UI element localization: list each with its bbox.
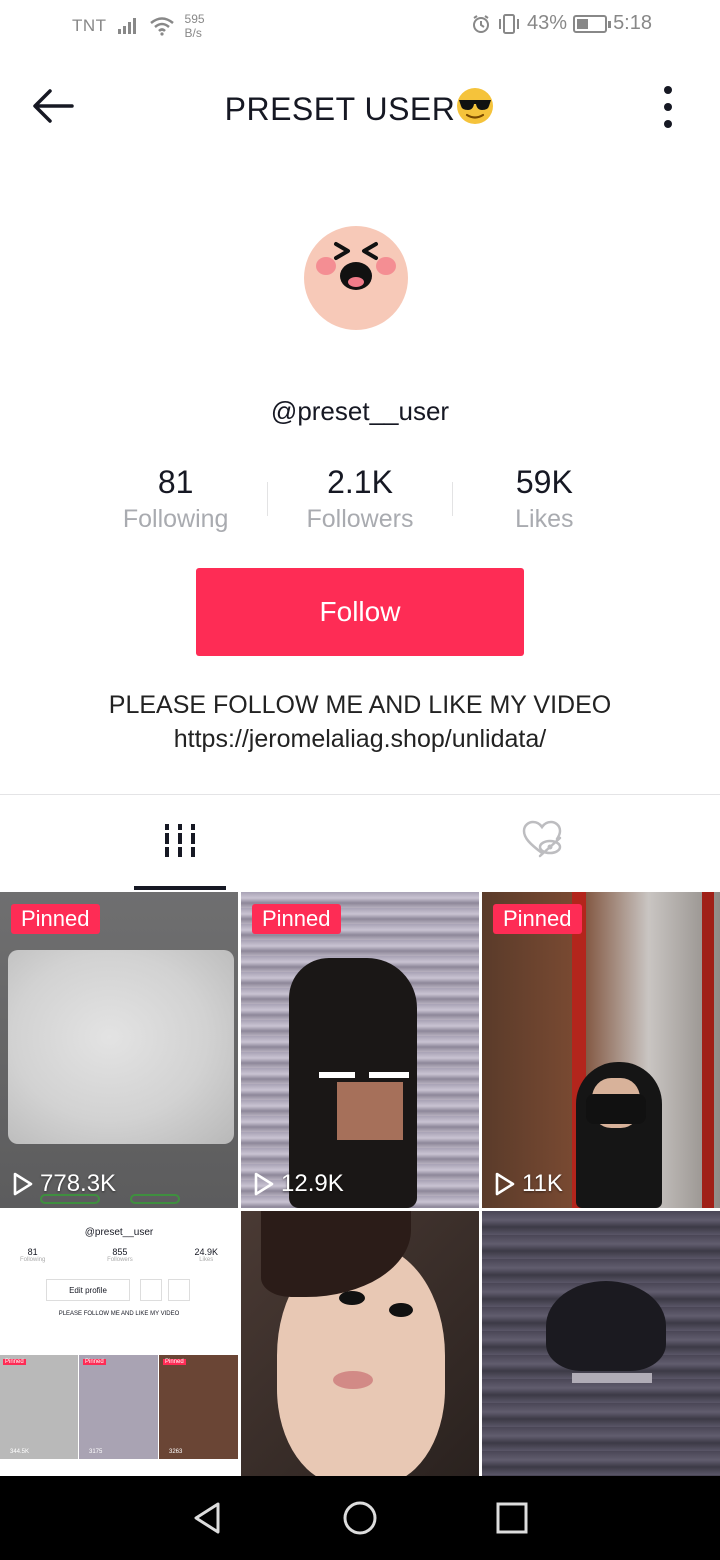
stat-label: Following	[122, 505, 229, 533]
video-tile[interactable]: Pinned 11K	[482, 892, 720, 1208]
stat-likes[interactable]: 59K Likes	[453, 462, 636, 536]
nav-home-icon[interactable]	[340, 1498, 380, 1538]
play-count: 778.3K	[12, 1170, 116, 1198]
tab-videos[interactable]	[134, 820, 226, 872]
profile-username: @preset__user	[270, 396, 450, 426]
play-icon	[13, 1172, 33, 1196]
vibrate-icon	[499, 13, 520, 34]
video-tile[interactable]: Pinned 12.9K	[241, 892, 479, 1208]
pinned-badge: Pinned	[11, 904, 100, 934]
page-title: PRESET USER	[0, 86, 720, 128]
nav-recents-icon[interactable]	[492, 1498, 532, 1538]
active-tab-indicator	[134, 886, 226, 890]
thumb-youtube-button	[140, 1279, 162, 1301]
video-tile[interactable]: @preset__user 81 Following 855 Followers 2…	[0, 1211, 238, 1476]
thumb-bio: PLEASE FOLLOW ME AND LIKE MY VIDEO	[58, 1311, 180, 1317]
profile-header: PRESET USER	[0, 62, 720, 150]
stat-value: 81	[157, 464, 194, 500]
video-tile[interactable]	[241, 1211, 479, 1476]
stat-value: 2.1K	[327, 464, 393, 500]
clock: 5:18	[613, 12, 652, 34]
thumbnail-detail	[586, 1094, 646, 1124]
thumbnail-detail	[339, 1291, 365, 1305]
thumbnail-detail	[333, 1371, 373, 1389]
play-icon	[495, 1172, 515, 1196]
play-count: 11K	[494, 1170, 563, 1198]
thumb-username: @preset__user	[84, 1227, 154, 1238]
thumb-bookmark-button	[168, 1279, 190, 1301]
bio-link[interactable]: https://jeromelaliag.shop/unlidata/	[0, 722, 720, 756]
follow-button[interactable]: Follow	[196, 568, 524, 656]
tab-liked[interactable]	[512, 818, 572, 868]
pinned-badge: Pinned	[252, 904, 341, 934]
thumb-stats: 81 Following 855 Followers 24.9K Likes	[20, 1247, 218, 1263]
thumbnail-detail	[319, 1072, 355, 1078]
thumbnail-detail	[389, 1303, 413, 1317]
play-icon	[254, 1172, 274, 1196]
thumbnail-detail	[702, 892, 714, 1208]
thumb-pinned-badge: Pinned	[163, 1359, 186, 1365]
video-tile[interactable]: Pinned 778.3K	[0, 892, 238, 1208]
thumbnail-detail	[369, 1072, 409, 1078]
stat-label: Followers	[306, 505, 414, 533]
video-thumbnail	[8, 950, 234, 1144]
battery-percent: 43%	[527, 12, 568, 34]
section-divider	[0, 794, 720, 795]
wifi-icon	[149, 17, 174, 36]
stat-value: 59K	[515, 464, 573, 500]
battery-icon	[573, 14, 612, 33]
signal-icon	[117, 18, 136, 34]
thumbnail-detail	[572, 1373, 652, 1383]
thumbnail-detail	[130, 1194, 180, 1204]
thumb-play-count: 344.5K	[10, 1449, 30, 1455]
status-bar: TNT 595 B/s 43% 5:18	[0, 0, 720, 56]
system-nav-bar	[0, 1476, 720, 1560]
thumb-edit-profile: Edit profile	[46, 1279, 130, 1301]
stat-following[interactable]: 81 Following	[84, 462, 267, 536]
network-speed: 595 B/s	[184, 12, 205, 40]
avatar[interactable]	[304, 226, 408, 330]
video-tile[interactable]	[482, 1211, 720, 1476]
thumbnail-detail	[337, 1082, 403, 1140]
nav-back-icon[interactable]	[188, 1498, 228, 1538]
alarm-icon	[473, 14, 490, 33]
stat-label: Likes	[515, 505, 574, 533]
more-options-button[interactable]	[660, 84, 676, 130]
stat-followers[interactable]: 2.1K Followers	[268, 462, 451, 536]
sunglasses-emoji-icon	[457, 88, 494, 124]
grid-icon	[165, 824, 195, 857]
hidden-heart-icon	[522, 820, 562, 858]
pinned-badge: Pinned	[493, 904, 582, 934]
bio-text: PLEASE FOLLOW ME AND LIKE MY VIDEO	[108, 691, 612, 719]
thumb-play-count: 3175	[89, 1449, 103, 1455]
profile-bio: PLEASE FOLLOW ME AND LIKE MY VIDEO https…	[0, 688, 720, 756]
video-thumbnail	[546, 1281, 666, 1371]
thumb-pinned-badge: Pinned	[83, 1359, 106, 1365]
thumb-pinned-badge: Pinned	[3, 1359, 26, 1365]
thumb-grid: Pinned Pinned Pinned 344.5K 3175 3263	[0, 1355, 238, 1459]
profile-stats: 81 Following 2.1K Followers 59K Likes	[84, 462, 636, 536]
carrier-label: TNT	[72, 16, 107, 35]
squinting-face-avatar-icon	[316, 242, 396, 290]
play-count: 12.9K	[253, 1170, 344, 1198]
thumb-play-count: 3263	[169, 1449, 183, 1455]
video-grid: Pinned 778.3K Pinned 12.9K Pinned 11K @p…	[0, 892, 720, 1476]
vertical-dots-icon	[664, 86, 672, 128]
